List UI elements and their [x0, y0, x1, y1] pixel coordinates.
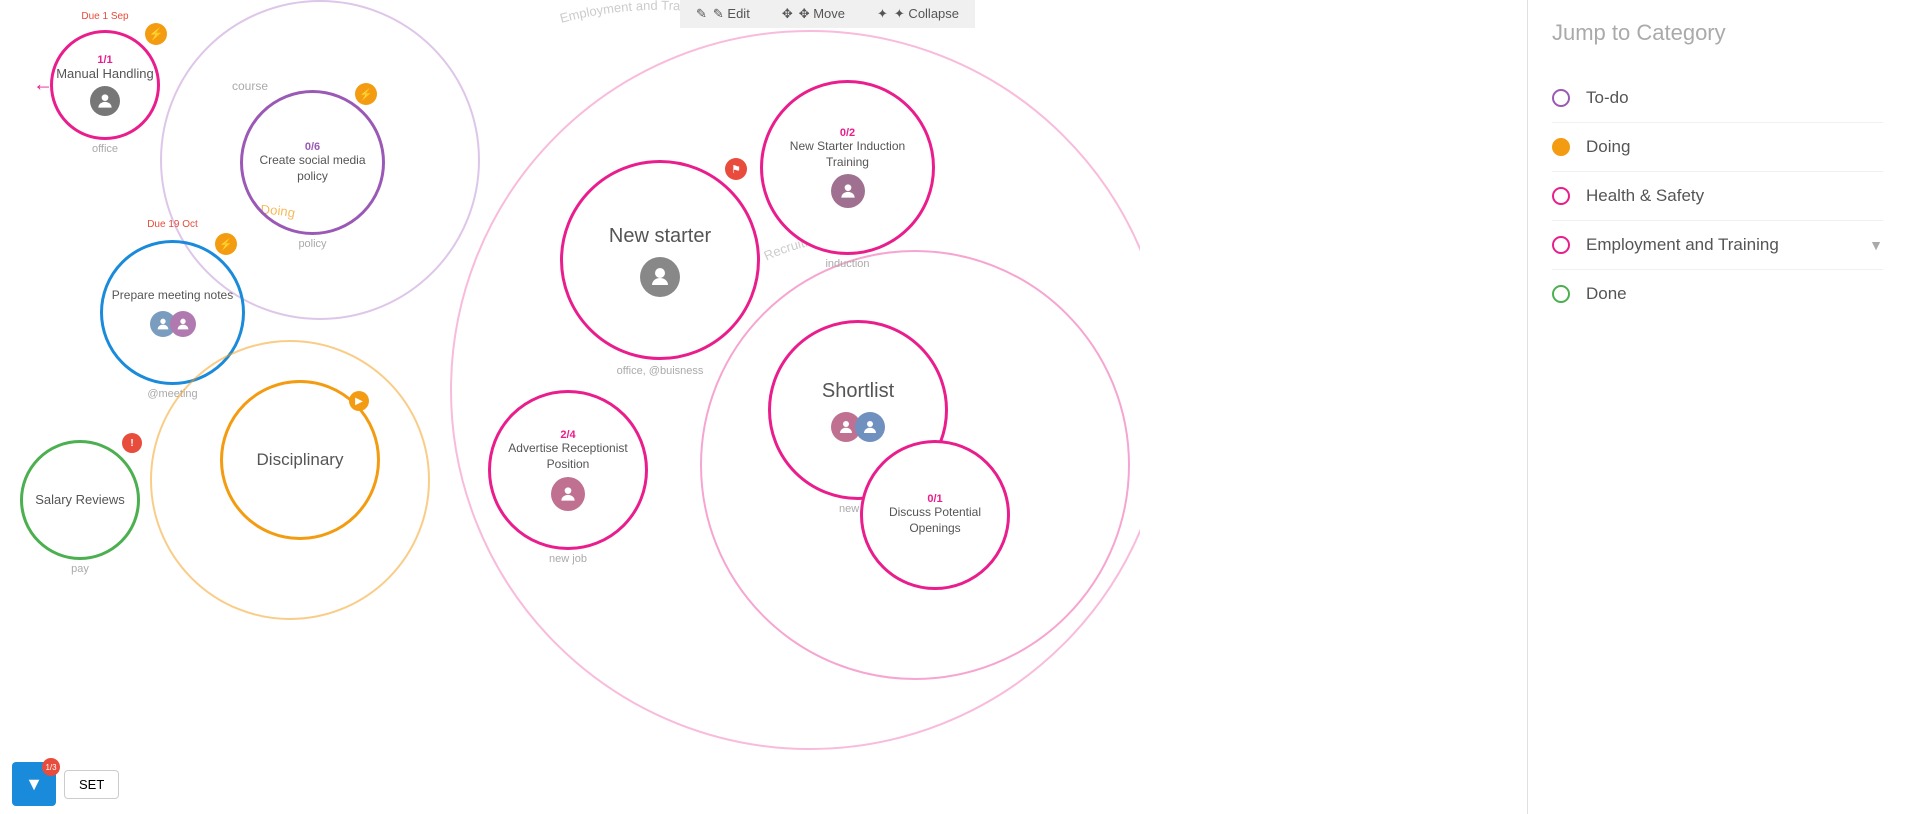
canvas: Employment and Training Recruitment To-d…: [0, 0, 1140, 814]
induction-node[interactable]: 0/2 New Starter Induction Training induc…: [760, 80, 935, 255]
doing-dot: [1552, 138, 1570, 156]
sidebar-item-employment[interactable]: Employment and Training ▼: [1552, 221, 1883, 270]
sidebar-item-done[interactable]: Done: [1552, 270, 1883, 318]
done-dot: [1552, 285, 1570, 303]
done-label: Done: [1586, 284, 1883, 304]
sidebar-item-todo[interactable]: To-do: [1552, 74, 1883, 123]
employment-label: Employment and Training: [1586, 235, 1869, 255]
create-social-node[interactable]: ⚡ 0/6 Create social media policy policy: [240, 90, 385, 235]
manual-handling-node[interactable]: ⚡ Due 1 Sep 1/1 Manual Handling office ←: [50, 30, 160, 140]
todo-label: To-do: [1586, 88, 1883, 108]
disciplinary-node[interactable]: ▶ Disciplinary: [220, 380, 380, 540]
filterbar: ▼ 1/3 SET: [0, 754, 131, 814]
health-label: Health & Safety: [1586, 186, 1883, 206]
salary-reviews-node[interactable]: ! Salary Reviews pay: [20, 440, 140, 560]
move-button[interactable]: ✥ ✥ Move: [766, 0, 861, 28]
employment-dot: [1552, 236, 1570, 254]
set-button[interactable]: SET: [64, 770, 119, 799]
edit-button[interactable]: ✎ ✎ Edit: [680, 0, 766, 28]
health-dot: [1552, 187, 1570, 205]
sidebar-item-doing[interactable]: Doing: [1552, 123, 1883, 172]
toolbar: ✎ ✎ Edit ✥ ✥ Move ✦ ✦ Collapse: [680, 0, 975, 28]
filter-count: 1/3: [42, 758, 60, 776]
sidebar-item-health[interactable]: Health & Safety: [1552, 172, 1883, 221]
discuss-node[interactable]: 0/1 Discuss Potential Openings: [860, 440, 1010, 590]
advertise-node[interactable]: 2/4 Advertise Receptionist Position new …: [488, 390, 648, 550]
new-starter-node[interactable]: ⚑ New starter office, @buisness: [560, 160, 760, 360]
sidebar: Jump to Category To-do Doing Health & Sa…: [1527, 0, 1907, 814]
chevron-down-icon: ▼: [1869, 237, 1883, 253]
sidebar-title: Jump to Category: [1552, 20, 1883, 46]
collapse-button[interactable]: ✦ ✦ Collapse: [861, 0, 975, 28]
due-date: Due 1 Sep: [81, 11, 128, 22]
doing-label: Doing: [1586, 137, 1883, 157]
todo-dot: [1552, 89, 1570, 107]
